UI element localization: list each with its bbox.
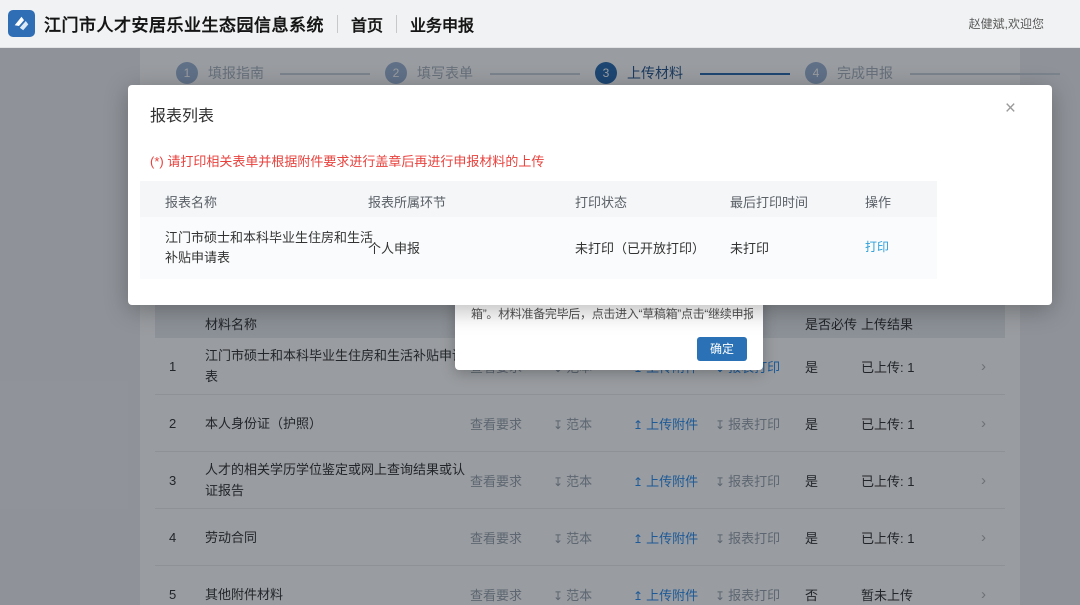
print-status: 未打印（已开放打印）	[575, 241, 706, 256]
app-title: 江门市人才安居乐业生态园信息系统	[44, 16, 324, 35]
column-report-stage: 报表所属环节	[368, 195, 447, 210]
nav-divider	[396, 14, 398, 33]
print-warning-text: (*) 请打印相关表单并根据附件要求进行盖章后再进行申报材料的上传	[150, 154, 545, 169]
nav-item-home[interactable]: 首页	[351, 12, 383, 36]
report-name: 江门市硕士和本科毕业生住房和生活补贴申请表	[165, 230, 374, 265]
last-print-time: 未打印	[730, 241, 770, 256]
notice-message: 箱”。材料准备完毕后，点击进入“草稿箱”点击“继续申报”即可。	[471, 307, 753, 321]
confirm-button[interactable]: 确定	[696, 337, 747, 361]
column-report-name: 报表名称	[165, 195, 218, 210]
report-stage: 个人申报	[368, 241, 421, 256]
nav-divider	[337, 14, 338, 33]
report-list-modal: 报表列表 × (*) 请打印相关表单并根据附件要求进行盖章后再进行申报材料的上传…	[128, 85, 1052, 305]
app-header: 江门市人才安居乐业生态园信息系统 首页 业务申报 赵健斌,欢迎您	[0, 0, 1080, 48]
print-action-link[interactable]: 打印	[865, 238, 889, 255]
column-print-status: 打印状态	[575, 195, 628, 210]
close-icon[interactable]: ×	[1005, 99, 1016, 118]
modal-title: 报表列表	[150, 108, 215, 125]
user-greeting: 赵健斌,欢迎您	[968, 17, 1044, 31]
column-action: 操作	[865, 195, 892, 210]
logo-icon	[8, 10, 35, 37]
column-last-print-time: 最后打印时间	[730, 195, 809, 210]
nav-item-business-declare[interactable]: 业务申报	[410, 12, 474, 36]
report-table-header: 报表名称 报表所属环节 打印状态 最后打印时间 操作	[140, 181, 937, 217]
report-table-row: 江门市硕士和本科毕业生住房和生活补贴申请表 个人申报 未打印（已开放打印） 未打…	[140, 217, 937, 279]
